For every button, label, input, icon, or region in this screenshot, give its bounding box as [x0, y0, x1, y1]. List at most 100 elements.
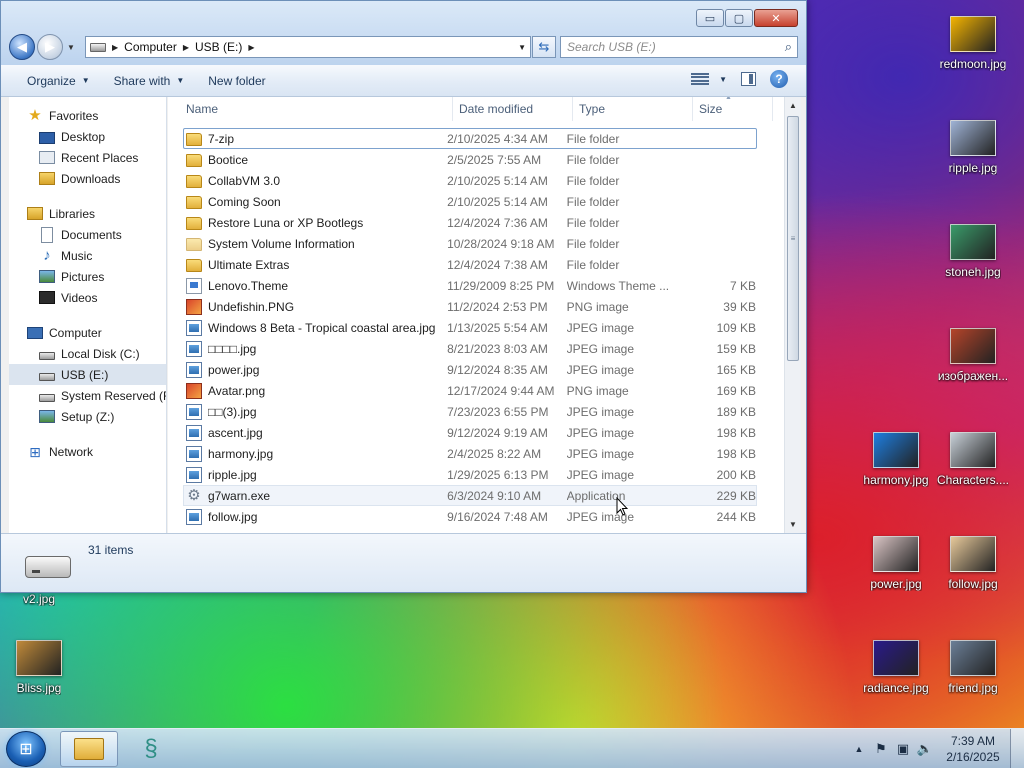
desktop-icon-radiance[interactable]: radiance.jpg — [858, 640, 934, 695]
nav-usb-e[interactable]: USB (E:) — [9, 364, 166, 385]
desktop-icon-ripple[interactable]: ripple.jpg — [935, 120, 1011, 175]
thumbnail — [950, 16, 996, 52]
desktop-icon-friend[interactable]: friend.jpg — [935, 640, 1011, 695]
file-size: 165 KB — [716, 362, 756, 377]
show-hidden-icons-icon[interactable]: ▲ — [848, 744, 870, 754]
search-box[interactable]: ⌕ — [560, 36, 798, 58]
address-bar[interactable]: ▶ Computer ▶ USB (E:) ▶ ▼ — [85, 36, 531, 58]
file-row[interactable]: □□(3).jpg 7/23/2023 6:55 PM JPEG image 189 … — [183, 401, 757, 422]
nav-recent-places[interactable]: Recent Places — [9, 147, 166, 168]
back-button[interactable]: ◀ — [9, 34, 35, 60]
desktop-icon-harmony[interactable]: harmony.jpg — [858, 432, 934, 487]
desktop-icon-stoneh[interactable]: stoneh.jpg — [935, 224, 1011, 279]
file-row[interactable]: 7-zip 2/10/2025 4:34 AM File folder — [183, 128, 757, 149]
close-button[interactable]: ✕ — [754, 9, 798, 27]
column-header-date[interactable]: Date modified — [453, 97, 573, 121]
file-type: JPEG image — [566, 446, 635, 461]
nav-videos[interactable]: Videos — [9, 287, 166, 308]
scroll-down-icon[interactable]: ▼ — [785, 516, 801, 533]
breadcrumb-usb[interactable]: USB (E:) — [195, 40, 242, 54]
thumbnail — [873, 640, 919, 676]
nav-setup-z[interactable]: Setup (Z:) — [9, 406, 166, 427]
action-center-flag-icon[interactable]: ⚑ — [870, 741, 892, 757]
nav-desktop[interactable]: Desktop — [9, 126, 166, 147]
address-dropdown-icon[interactable]: ▼ — [518, 43, 526, 52]
file-name-cell: Windows 8 Beta - Tropical coastal area.j… — [184, 319, 447, 336]
search-input[interactable] — [567, 40, 797, 54]
file-row[interactable]: Lenovo.Theme 11/29/2009 8:25 PM Windows Th… — [183, 275, 757, 296]
scrollbar-thumb[interactable]: ≡ — [787, 116, 799, 361]
change-view-button[interactable]: ▼ — [691, 72, 727, 86]
desktop-icon-follow[interactable]: follow.jpg — [935, 536, 1011, 591]
file-row[interactable]: Restore Luna or XP Bootlegs 12/4/2024 7:3… — [183, 212, 757, 233]
recent-pages-dropdown[interactable]: ▼ — [67, 43, 77, 52]
nav-favorites[interactable]: ★ Favorites — [9, 105, 166, 126]
nav-music[interactable]: ♪ Music — [9, 245, 166, 266]
nav-local-disk-c[interactable]: Local Disk (C:) — [9, 343, 166, 364]
file-row[interactable]: Coming Soon 2/10/2025 5:14 AM File folder — [183, 191, 757, 212]
file-row[interactable]: CollabVM 3.0 2/10/2025 5:14 AM File folder — [183, 170, 757, 191]
desktop-icon-bliss[interactable]: Bliss.jpg — [1, 640, 77, 695]
file-row[interactable]: ripple.jpg 1/29/2025 6:13 PM JPEG image 200… — [183, 464, 757, 485]
breadcrumb-separator-icon[interactable]: ▶ — [112, 43, 118, 52]
breadcrumb-separator-icon[interactable]: ▶ — [183, 43, 189, 52]
clock[interactable]: 7:39 AM 2/16/2025 — [936, 733, 1010, 765]
organize-button[interactable]: Organize ▼ — [15, 65, 102, 96]
search-icon[interactable]: ⌕ — [785, 39, 792, 55]
file-date: 11/29/2009 8:25 PM — [447, 278, 555, 293]
network-status-icon[interactable]: ▣ — [892, 741, 914, 757]
file-row[interactable]: Bootice 2/5/2025 7:55 AM File folder — [183, 149, 757, 170]
file-row[interactable]: ascent.jpg 9/12/2024 9:19 AM JPEG image 198… — [183, 422, 757, 443]
file-row[interactable]: System Volume Information 10/28/2024 9:18… — [183, 233, 757, 254]
folder-icon — [186, 217, 202, 230]
help-icon[interactable]: ? — [770, 70, 788, 88]
nav-libraries[interactable]: Libraries — [9, 203, 166, 224]
taskbar-explorer-button[interactable] — [60, 731, 118, 767]
desktop-icon-power[interactable]: power.jpg — [858, 536, 934, 591]
hard-drive-icon — [39, 351, 55, 360]
dragon-icon: § — [144, 735, 158, 762]
file-row[interactable]: Avatar.png 12/17/2024 9:44 AM PNG image 169… — [183, 380, 757, 401]
file-row[interactable]: harmony.jpg 2/4/2025 8:22 AM JPEG image 198… — [183, 443, 757, 464]
file-row[interactable]: Undefishin.PNG 11/2/2024 2:53 PM PNG image… — [183, 296, 757, 317]
taskbar-app-button[interactable]: § — [122, 731, 180, 767]
file-row[interactable]: power.jpg 9/12/2024 8:35 AM JPEG image 165 … — [183, 359, 757, 380]
desktop-icon-izobrazhen[interactable]: изображен... — [935, 328, 1011, 383]
column-header-type[interactable]: Type — [573, 97, 693, 121]
breadcrumb-computer[interactable]: Computer — [124, 40, 177, 54]
vertical-scrollbar[interactable]: ▲ ≡ ▼ — [784, 97, 801, 533]
column-header-size[interactable]: Size ▲ — [693, 97, 773, 121]
nav-downloads[interactable]: Downloads — [9, 168, 166, 189]
minimize-button[interactable]: ▭ — [696, 9, 724, 27]
file-rows: 7-zip 2/10/2025 4:34 AM File folder Bootice… — [168, 128, 784, 527]
scroll-up-icon[interactable]: ▲ — [785, 97, 801, 114]
show-desktop-button[interactable] — [1010, 729, 1024, 768]
preview-pane-icon[interactable] — [741, 72, 756, 86]
nav-documents[interactable]: Documents — [9, 224, 166, 245]
file-row[interactable]: ⚙ g7warn.exe 6/3/2024 9:10 AM Application 22… — [183, 485, 757, 506]
file-name: ascent.jpg — [208, 425, 263, 440]
desktop-icon-characters[interactable]: Characters.... — [935, 432, 1011, 487]
file-row[interactable]: Windows 8 Beta - Tropical coastal area.j… — [183, 317, 757, 338]
maximize-button[interactable]: ▢ — [725, 9, 753, 27]
file-row[interactable]: □□□□.jpg 8/21/2023 8:03 AM JPEG image 159 K… — [183, 338, 757, 359]
nav-computer[interactable]: Computer — [9, 322, 166, 343]
file-type: JPEG image — [566, 341, 635, 356]
desktop-icon-redmoon[interactable]: redmoon.jpg — [935, 16, 1011, 71]
nav-pictures[interactable]: Pictures — [9, 266, 166, 287]
file-row[interactable]: follow.jpg 9/16/2024 7:48 AM JPEG image 244… — [183, 506, 757, 527]
breadcrumb-separator-icon[interactable]: ▶ — [248, 43, 254, 52]
file-row[interactable]: Ultimate Extras 12/4/2024 7:38 AM File fol… — [183, 254, 757, 275]
column-header-name[interactable]: Name — [180, 97, 453, 121]
volume-muted-icon[interactable]: 🔈 — [914, 741, 936, 757]
forward-button[interactable]: ▶ — [37, 34, 63, 60]
share-with-button[interactable]: Share with ▼ — [102, 65, 197, 96]
new-folder-button[interactable]: New folder — [196, 65, 277, 96]
start-button[interactable]: ⊞ — [6, 731, 46, 767]
refresh-button[interactable]: ⇆ — [532, 36, 556, 58]
jpeg-image-icon — [186, 403, 202, 420]
file-name: g7warn.exe — [208, 488, 271, 503]
windows-logo-icon: ⊞ — [19, 741, 33, 758]
nav-system-reserved-f[interactable]: System Reserved (F:) — [9, 385, 166, 406]
nav-network[interactable]: ⊞ Network — [9, 441, 166, 462]
